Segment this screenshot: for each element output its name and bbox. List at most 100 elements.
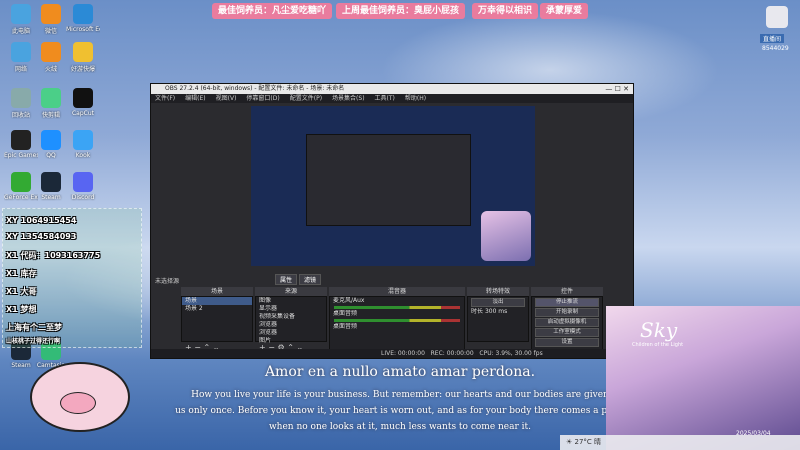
desktop-icon[interactable]: 火绒: [34, 42, 68, 73]
app-icon: [73, 172, 93, 192]
app-icon: [41, 172, 61, 192]
desktop-icon-label: 火绒: [44, 66, 57, 73]
app-icon: [11, 42, 31, 62]
desktop-icon-label: GeForce Experience: [4, 194, 38, 201]
app-icon: [11, 172, 31, 192]
sources-header: 来源: [255, 287, 327, 296]
desktop-icon-label: Discord: [71, 194, 95, 201]
menu-file[interactable]: 文件(F): [155, 95, 175, 102]
properties-button[interactable]: 属性: [275, 274, 298, 285]
mixer-panel: 麦克风/Aux 桌面音频 桌面音频: [329, 296, 465, 350]
obs-titlebar[interactable]: OBS 27.2.4 (64-bit, windows) - 配置文件: 未命名…: [151, 84, 633, 94]
window-controls[interactable]: — ☐ ✕: [605, 84, 629, 94]
menu-tools[interactable]: 工具(T): [375, 95, 395, 102]
ticker-last-week: 上周最佳饲养员：臭屁小屁孩: [336, 3, 466, 19]
desktop-icon[interactable]: Microsoft Edge: [66, 4, 100, 33]
cpu-fps: CPU: 3.9%, 30.00 fps: [479, 350, 543, 357]
sky-title: Sky: [640, 318, 678, 342]
app-icon: [73, 4, 93, 24]
transition-select[interactable]: 淡出: [471, 298, 525, 307]
weather-label: 晴: [594, 438, 602, 446]
preview-sky-art: [481, 211, 531, 261]
app-icon: [73, 88, 93, 108]
desktop-icon[interactable]: Epic Games Launcher: [4, 130, 38, 159]
desktop-icon-label: 回收站: [11, 112, 30, 119]
source-item[interactable]: 浏览器: [256, 329, 326, 337]
desktop-icon[interactable]: 好游快爆: [66, 42, 100, 73]
desktop-icon[interactable]: GeForce Experience: [4, 172, 38, 201]
nested-preview: [306, 134, 471, 226]
transitions-panel: 淡出 时长 300 ms: [467, 296, 529, 342]
obs-window[interactable]: OBS 27.2.4 (64-bit, windows) - 配置文件: 未命名…: [150, 83, 634, 359]
scene-item[interactable]: 场景 2: [182, 305, 252, 313]
streamer-avatar-icon: [766, 6, 788, 28]
source-item[interactable]: 图像: [256, 297, 326, 305]
mixer-track-name: 桌面音频: [333, 323, 358, 330]
app-icon: [73, 42, 93, 62]
mixer-meter: [334, 306, 460, 309]
taskbar-widget[interactable]: ☀ 27°C 晴: [560, 435, 800, 450]
chat-line: X1 库存: [6, 269, 37, 278]
menu-docks[interactable]: 停靠窗口(D): [246, 95, 279, 102]
menu-view[interactable]: 视图(V): [216, 95, 237, 102]
app-icon: [73, 130, 93, 150]
menu-help[interactable]: 帮助(H): [405, 95, 426, 102]
streamer-id: 8544029: [762, 45, 789, 52]
scene-item[interactable]: 场景: [182, 297, 252, 305]
scenes-panel: 场景 场景 2: [181, 296, 253, 342]
desktop-icon[interactable]: Kook: [66, 130, 100, 159]
studio-mode-button[interactable]: 工作室模式: [535, 328, 599, 337]
chat-line: XY 1064915454: [6, 216, 77, 225]
stop-stream-button[interactable]: 停止推流: [535, 298, 599, 307]
app-icon: [11, 88, 31, 108]
desktop-icon[interactable]: CapCut: [66, 88, 100, 117]
desktop-icon-label: 快剪辑: [41, 112, 60, 119]
desktop-icon[interactable]: 微信: [34, 4, 68, 35]
desktop-icon[interactable]: Steam: [34, 172, 68, 201]
desktop-icon-label: Epic Games Launcher: [4, 152, 38, 159]
desktop-icon-label: 此电脑: [11, 28, 30, 35]
mixer-track-name: 桌面音频: [333, 310, 358, 317]
mixer-header: 混音器: [329, 287, 465, 296]
source-item[interactable]: 显示器: [256, 305, 326, 313]
pig-snout-icon: [60, 392, 96, 414]
desktop-icon[interactable]: QQ: [34, 130, 68, 159]
ticker-thanks: 承蒙厚爱: [540, 3, 589, 19]
filters-button[interactable]: 滤镜: [299, 274, 322, 285]
chat-line: 山核桃子过得还行啊: [6, 338, 61, 345]
source-label: 未选择源: [155, 278, 180, 285]
menu-scene-collection[interactable]: 场景集合(S): [332, 95, 365, 102]
duration-label: 时长: [471, 308, 484, 315]
desktop-icon-label: CapCut: [71, 110, 95, 117]
desktop-icon-label: Microsoft Edge: [66, 26, 100, 33]
transitions-header: 转场特效: [467, 287, 529, 296]
menu-edit[interactable]: 编辑(E): [185, 95, 205, 102]
duration-value: 300 ms: [484, 308, 508, 315]
settings-button[interactable]: 设置: [535, 338, 599, 347]
sources-panel: 图像 显示器 视频采集设备 浏览器 浏览器 图片: [255, 296, 327, 344]
transition-duration[interactable]: 时长 300 ms: [468, 308, 528, 316]
desktop-icon[interactable]: 此电脑: [4, 4, 38, 35]
weather-temp: 27°C: [574, 438, 592, 446]
desktop-icon[interactable]: Discord: [66, 172, 100, 201]
desktop-icon[interactable]: 快剪辑: [34, 88, 68, 119]
source-item[interactable]: 视频采集设备: [256, 313, 326, 321]
app-icon: [41, 130, 61, 150]
obs-menubar: 文件(F) 编辑(E) 视图(V) 停靠窗口(D) 配置文件(P) 场景集合(S) 工具(T…: [151, 94, 633, 103]
live-time: LIVE: 00:00:00: [381, 350, 425, 357]
app-icon: [41, 88, 61, 108]
menu-profile[interactable]: 配置文件(P): [290, 95, 322, 102]
source-item[interactable]: 浏览器: [256, 321, 326, 329]
chat-line: X1 大哥: [6, 287, 37, 296]
start-recording-button[interactable]: 开始录制: [535, 308, 599, 317]
obs-title: OBS 27.2.4 (64-bit, windows) - 配置文件: 未命名…: [165, 85, 345, 92]
chat-line: XY 1354584093: [6, 232, 77, 241]
obs-statusbar: LIVE: 00:00:00 REC: 00:00:00 CPU: 3.9%, …: [151, 349, 633, 358]
desktop-icon-label: Steam: [41, 194, 61, 201]
desktop-icon[interactable]: 回收站: [4, 88, 38, 119]
obs-preview[interactable]: [251, 106, 535, 266]
chat-line: X1 代码：1093163775: [6, 251, 101, 260]
desktop-icon[interactable]: 网络: [4, 42, 38, 73]
mixer-track-name: 麦克风/Aux: [333, 297, 365, 304]
virtual-camera-button[interactable]: 启动虚拟摄像机: [535, 318, 599, 327]
